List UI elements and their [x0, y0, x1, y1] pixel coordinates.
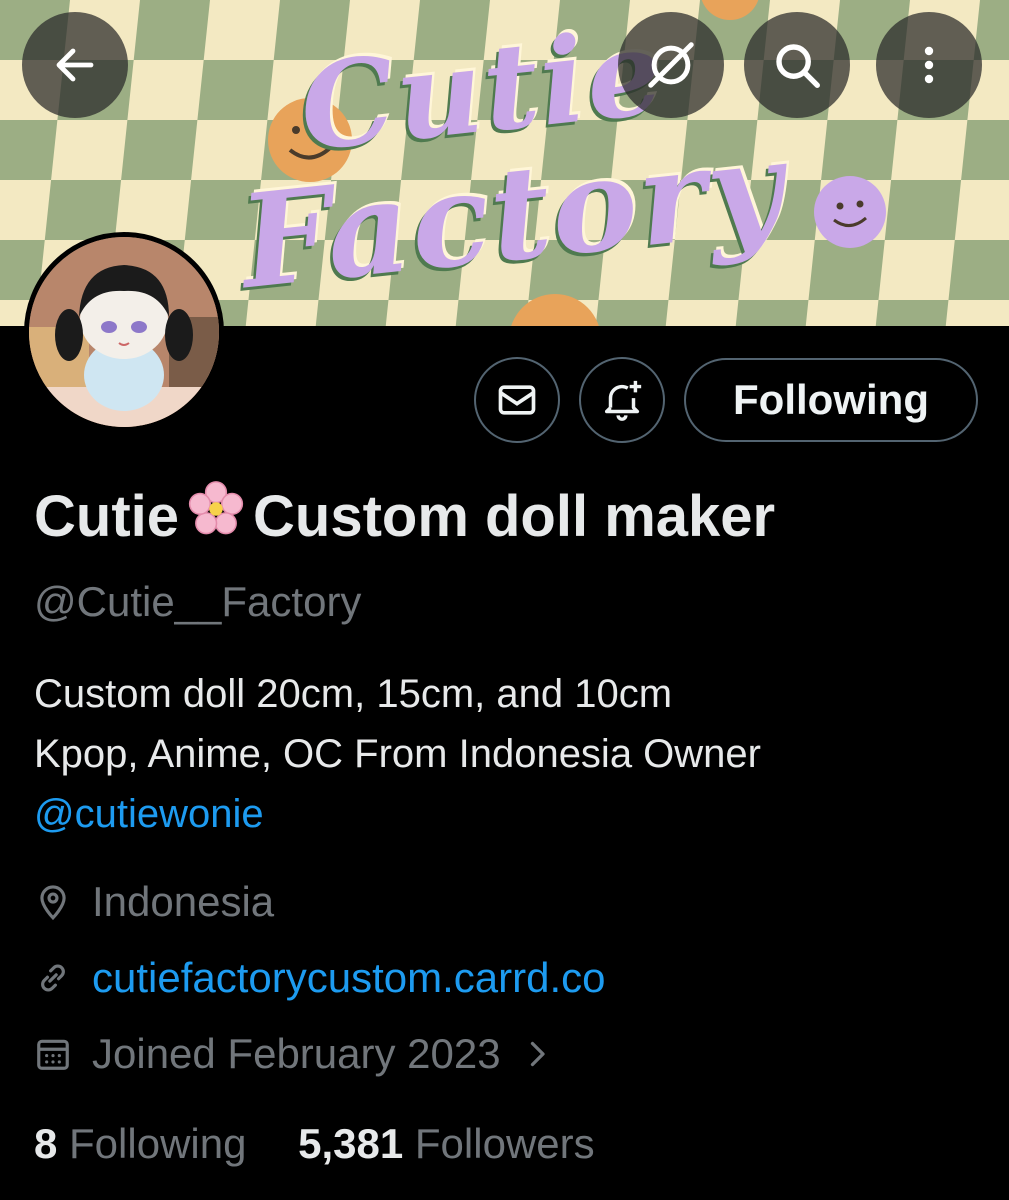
display-name-part2: Custom doll maker [253, 483, 776, 549]
more-options-button[interactable] [876, 12, 982, 118]
chevron-right-icon [530, 1041, 545, 1067]
avatar-doll-image [29, 237, 219, 427]
back-button[interactable] [22, 12, 128, 118]
followers-count-link[interactable]: 5,381 Followers [298, 1120, 595, 1167]
grok-button[interactable] [618, 12, 724, 118]
arrow-left-icon [56, 48, 94, 82]
display-name-part1: Cutie [34, 483, 179, 549]
followers-label: Followers [414, 1120, 595, 1167]
notifications-button[interactable] [579, 357, 665, 443]
following-count: 8 [34, 1120, 58, 1167]
more-vertical-icon [924, 46, 934, 84]
grok-icon [648, 42, 694, 88]
bio-mention-link[interactable]: @cutiewonie [34, 784, 994, 844]
follow-counts: 8 Following 5,381 Followers [34, 1120, 595, 1168]
bio-line-2: Kpop, Anime, OC From Indonesia Owner [34, 732, 761, 776]
joined-text: Joined February 2023 [92, 1030, 501, 1077]
followers-count: 5,381 [298, 1120, 404, 1167]
profile-display-name: Cutie Custom doll maker [34, 478, 775, 554]
website-link[interactable]: cutiefactorycustom.carrd.co [92, 954, 606, 1002]
profile-handle: @Cutie__Factory [34, 578, 362, 625]
message-button[interactable] [474, 357, 560, 443]
following-count-link[interactable]: 8 Following [34, 1120, 246, 1167]
cherry-blossom-emoji [185, 478, 247, 554]
location-row: Indonesia [34, 878, 274, 926]
avatar[interactable] [24, 232, 224, 432]
envelope-icon [498, 385, 536, 415]
link-icon [41, 964, 65, 992]
following-button[interactable]: Following [684, 358, 978, 442]
profile-bio: Custom doll 20cm, 15cm, and 10cm Kpop, A… [34, 664, 994, 844]
following-label: Following [69, 1120, 247, 1167]
search-button[interactable] [744, 12, 850, 118]
bio-line-1: Custom doll 20cm, 15cm, and 10cm [34, 672, 673, 716]
joined-row[interactable]: Joined February 2023 [34, 1030, 575, 1078]
location-pin-icon [40, 885, 66, 921]
search-icon [776, 44, 820, 88]
location-text: Indonesia [92, 878, 275, 925]
bell-plus-icon [604, 380, 642, 421]
website-row: cutiefactorycustom.carrd.co [34, 954, 606, 1002]
calendar-icon [37, 1039, 69, 1070]
